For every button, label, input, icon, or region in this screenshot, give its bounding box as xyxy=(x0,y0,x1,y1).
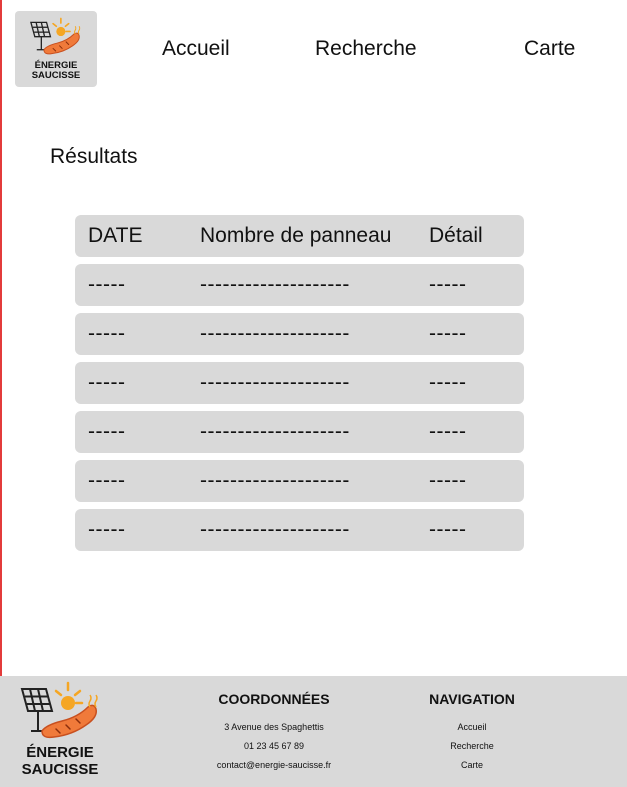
footer-logo-text-line1: ÉNERGIE xyxy=(26,744,94,761)
cell-detail[interactable]: ----- xyxy=(429,264,466,306)
footer-phone[interactable]: 01 23 45 67 89 xyxy=(196,737,352,756)
cell-date: ----- xyxy=(88,371,126,394)
footer-nav-recherche[interactable]: Recherche xyxy=(412,737,532,756)
footer-nav-carte[interactable]: Carte xyxy=(412,756,532,775)
cell-date: ----- xyxy=(88,469,126,492)
cell-detail[interactable]: ----- xyxy=(429,460,466,502)
nav-recherche[interactable]: Recherche xyxy=(315,37,417,61)
logo-text-line2: SAUCISSE xyxy=(31,70,81,81)
cell-panel-count: -------------------- xyxy=(200,469,350,492)
footer: ÉNERGIE SAUCISSE COORDONNÉES 3 Avenue de… xyxy=(0,676,627,787)
header-panel-count: Nombre de panneau xyxy=(200,224,392,247)
footer-navigation-heading: NAVIGATION xyxy=(429,691,515,707)
cell-detail[interactable]: ----- xyxy=(429,509,466,551)
footer-nav-accueil[interactable]: Accueil xyxy=(412,718,532,737)
table-row[interactable]: ----- -------------------- ----- xyxy=(75,509,524,551)
cell-panel-count: -------------------- xyxy=(200,518,350,541)
table-row[interactable]: ----- -------------------- ----- xyxy=(75,460,524,502)
header-logo[interactable]: ÉNERGIE SAUCISSE xyxy=(15,11,97,87)
cell-date: ----- xyxy=(88,518,126,541)
cell-detail[interactable]: ----- xyxy=(429,411,466,453)
footer-coordinates: COORDONNÉES 3 Avenue des Spaghettis 01 2… xyxy=(196,676,352,775)
footer-address: 3 Avenue des Spaghettis xyxy=(224,722,324,732)
footer-navigation: NAVIGATION Accueil Recherche Carte xyxy=(412,676,532,775)
nav-accueil[interactable]: Accueil xyxy=(162,37,230,61)
solar-sausage-logo-icon xyxy=(20,681,98,739)
table-row[interactable]: ----- -------------------- ----- xyxy=(75,264,524,306)
cell-panel-count: -------------------- xyxy=(200,420,350,443)
cell-detail[interactable]: ----- xyxy=(429,362,466,404)
table-header-row: DATE Nombre de panneau Détail xyxy=(75,215,524,257)
footer-coordinates-heading: COORDONNÉES xyxy=(218,691,330,707)
cell-date: ----- xyxy=(88,420,126,443)
cell-date: ----- xyxy=(88,322,126,345)
left-edge-rule xyxy=(0,0,2,787)
nav-carte[interactable]: Carte xyxy=(524,37,575,61)
cell-panel-count: -------------------- xyxy=(200,273,350,296)
cell-panel-count: -------------------- xyxy=(200,322,350,345)
header-date: DATE xyxy=(88,224,143,247)
table-row[interactable]: ----- -------------------- ----- xyxy=(75,313,524,355)
table-row[interactable]: ----- -------------------- ----- xyxy=(75,362,524,404)
footer-logo-text-line2: SAUCISSE xyxy=(21,761,99,778)
cell-panel-count: -------------------- xyxy=(200,371,350,394)
header-detail: Détail xyxy=(429,224,483,247)
footer-email[interactable]: contact@energie-saucisse.fr xyxy=(196,756,352,775)
table-row[interactable]: ----- -------------------- ----- xyxy=(75,411,524,453)
cell-date: ----- xyxy=(88,273,126,296)
page-title: Résultats xyxy=(50,145,138,168)
solar-sausage-logo-icon xyxy=(30,17,81,55)
cell-detail[interactable]: ----- xyxy=(429,313,466,355)
